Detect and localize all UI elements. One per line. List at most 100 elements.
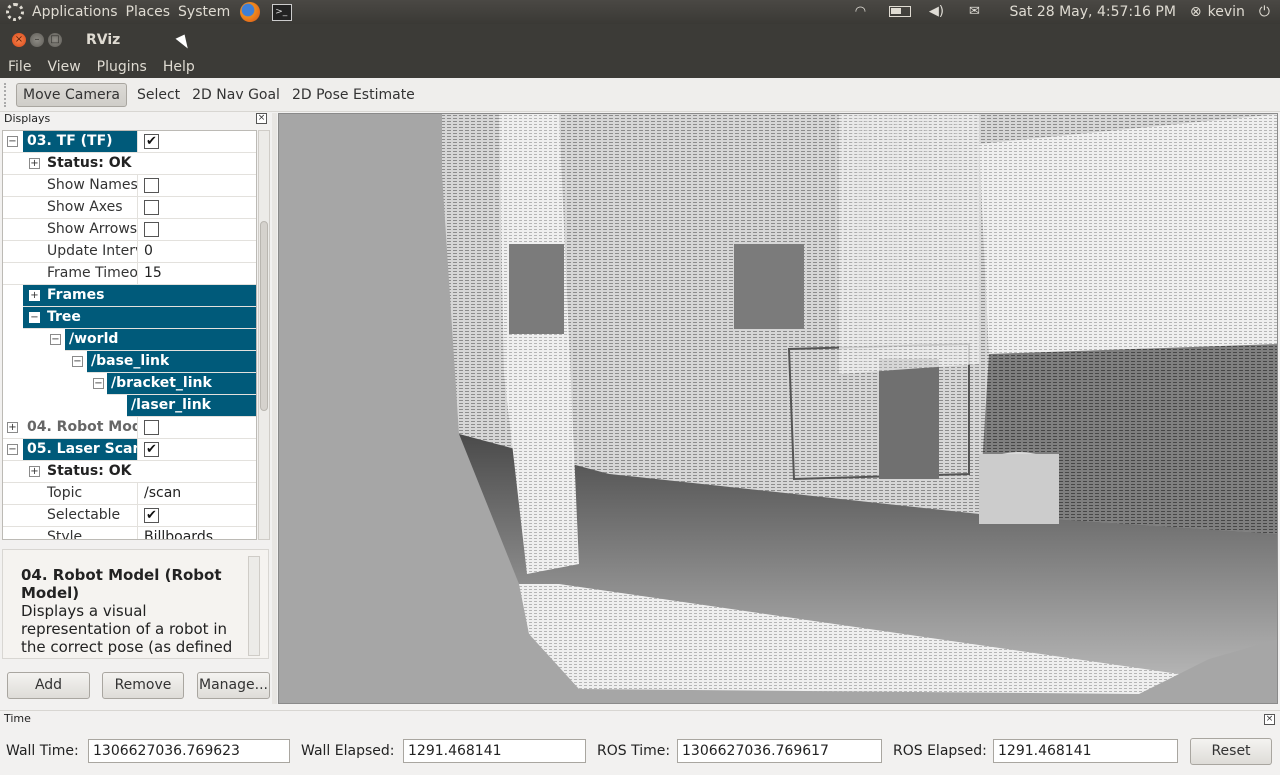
wall-time-field[interactable]: 1306627036.769623 — [88, 739, 290, 763]
panel-splitter[interactable] — [272, 113, 277, 704]
enabled-checkbox[interactable]: ✔ — [144, 134, 159, 149]
tree-row[interactable]: + Frames — [23, 285, 256, 307]
collapse-icon[interactable]: − — [29, 312, 40, 323]
menu-file[interactable]: File — [0, 59, 39, 75]
selectable-checkbox[interactable]: ✔ — [144, 508, 159, 523]
power-icon[interactable]: ⏻ — [1259, 4, 1270, 20]
expand-icon[interactable]: + — [29, 466, 40, 477]
expand-icon[interactable]: + — [29, 290, 40, 301]
collapse-icon[interactable]: − — [7, 136, 18, 147]
collapse-icon[interactable]: − — [72, 356, 83, 367]
show-axes-checkbox[interactable] — [144, 200, 159, 215]
menu-plugins[interactable]: Plugins — [89, 59, 155, 75]
menu-bar: File View Plugins Help — [0, 55, 1280, 78]
render-3d-view[interactable] — [278, 113, 1278, 704]
applications-menu[interactable]: Applications — [28, 0, 122, 24]
wall-time-label: Wall Time: — [6, 743, 79, 759]
property-value[interactable]: 15 — [139, 263, 256, 284]
toolbar-grip[interactable] — [4, 82, 8, 107]
tree-row[interactable]: Frame Timeout 15 — [3, 263, 256, 285]
display-tf[interactable]: − 03. TF (TF) ✔ — [3, 131, 256, 153]
time-panel: Wall Time: 1306627036.769623 Wall Elapse… — [0, 728, 1280, 775]
property-name: Topic — [23, 483, 138, 504]
minimize-window-button[interactable]: – — [30, 32, 44, 47]
ros-time-field[interactable]: 1306627036.769617 — [677, 739, 882, 763]
close-window-button[interactable]: × — [12, 32, 26, 47]
property-name: Selectable — [23, 505, 138, 526]
tree-label: Tree — [47, 309, 81, 325]
remove-display-button[interactable]: Remove — [102, 672, 184, 699]
scrollbar-thumb[interactable] — [260, 221, 268, 411]
tree-row[interactable]: − /world — [50, 329, 256, 351]
ros-elapsed-field[interactable]: 1291.468141 — [993, 739, 1178, 763]
tree-row[interactable]: Style Billboards — [3, 527, 256, 539]
reset-time-button[interactable]: Reset — [1190, 738, 1272, 765]
system-top-panel: Applications Places System >_ ◠ ◀) ✉ Sat… — [0, 0, 1280, 24]
places-menu[interactable]: Places — [122, 0, 175, 24]
enabled-checkbox[interactable]: ✔ — [144, 442, 159, 457]
tree-row[interactable]: − /bracket_link — [93, 373, 256, 395]
terminal-icon[interactable]: >_ — [272, 3, 293, 21]
battery-icon[interactable] — [889, 5, 912, 19]
volume-icon[interactable]: ◀) — [927, 5, 945, 19]
show-arrows-checkbox[interactable] — [144, 222, 159, 237]
tree-row[interactable]: Show Names — [3, 175, 256, 197]
style-value[interactable]: Billboards — [139, 527, 256, 539]
property-value[interactable]: 0 — [139, 241, 256, 262]
window-title: RViz — [86, 31, 121, 48]
clock[interactable]: Sat 28 May, 4:57:16 PM — [1009, 4, 1175, 20]
time-title: Time — [4, 712, 31, 725]
help-text: Displays a visual representation of a ro… — [21, 602, 233, 656]
firefox-icon[interactable] — [240, 2, 261, 22]
tree-row[interactable]: − /base_link — [72, 351, 256, 373]
menu-view[interactable]: View — [39, 59, 88, 75]
collapse-icon[interactable]: − — [50, 334, 61, 345]
status-label: Status: OK — [47, 463, 132, 479]
displays-scrollbar[interactable] — [258, 130, 270, 540]
display-laser-scan[interactable]: − 05. Laser Scan (Laser Scan) ✔ — [3, 439, 256, 461]
close-time-icon[interactable]: × — [1264, 714, 1275, 725]
tree-row[interactable]: + Status: OK — [3, 153, 256, 175]
show-names-checkbox[interactable] — [144, 178, 159, 193]
time-panel-header: Time × — [0, 710, 1280, 728]
pose-estimate-tool[interactable]: 2D Pose Estimate — [286, 84, 421, 106]
help-scrollbar[interactable] — [248, 556, 260, 656]
mail-icon[interactable]: ✉ — [965, 5, 983, 19]
tree-row[interactable]: Selectable ✔ — [3, 505, 256, 527]
add-display-button[interactable]: Add — [7, 672, 90, 699]
manage-displays-button[interactable]: Manage... — [197, 672, 270, 699]
tree-row[interactable]: Topic /scan — [3, 483, 256, 505]
close-displays-icon[interactable]: × — [256, 113, 267, 124]
collapse-icon[interactable]: − — [7, 444, 18, 455]
tree-row[interactable]: Show Arrows — [3, 219, 256, 241]
system-menu[interactable]: System — [174, 0, 234, 24]
expand-icon[interactable]: + — [29, 158, 40, 169]
status-label: Status: OK — [47, 155, 132, 171]
property-name: Show Names — [23, 175, 138, 196]
topic-value[interactable]: /scan — [139, 483, 256, 504]
display-name: 04. Robot Model (Robot Model) — [23, 417, 138, 438]
help-title: 04. Robot Model (Robot Model) — [21, 566, 222, 602]
wall-elapsed-field[interactable]: 1291.468141 — [403, 739, 586, 763]
collapse-icon[interactable]: − — [93, 378, 104, 389]
user-name[interactable]: kevin — [1208, 4, 1245, 20]
frame-laser-link: /laser_link — [131, 397, 211, 413]
user-icon: ⊗ — [1189, 4, 1202, 20]
enabled-checkbox[interactable] — [144, 420, 159, 435]
displays-tree: − 03. TF (TF) ✔ + Status: OK Show Names … — [2, 130, 257, 540]
wifi-icon[interactable]: ◠ — [851, 5, 869, 19]
display-name: 05. Laser Scan (Laser Scan) — [23, 439, 138, 460]
tree-row[interactable]: + Status: OK — [3, 461, 256, 483]
nav-goal-tool[interactable]: 2D Nav Goal — [186, 84, 286, 106]
ubuntu-logo-icon[interactable] — [6, 3, 24, 21]
select-tool[interactable]: Select — [131, 84, 186, 106]
tree-row[interactable]: /laser_link — [127, 395, 256, 417]
menu-help[interactable]: Help — [155, 59, 203, 75]
display-robot-model[interactable]: + 04. Robot Model (Robot Model) — [3, 417, 256, 439]
tree-row[interactable]: − Tree — [23, 307, 256, 329]
move-camera-tool[interactable]: Move Camera — [16, 82, 127, 107]
maximize-window-button[interactable]: □ — [48, 32, 62, 47]
tree-row[interactable]: Update Interval 0 — [3, 241, 256, 263]
tree-row[interactable]: Show Axes — [3, 197, 256, 219]
expand-icon[interactable]: + — [7, 422, 18, 433]
